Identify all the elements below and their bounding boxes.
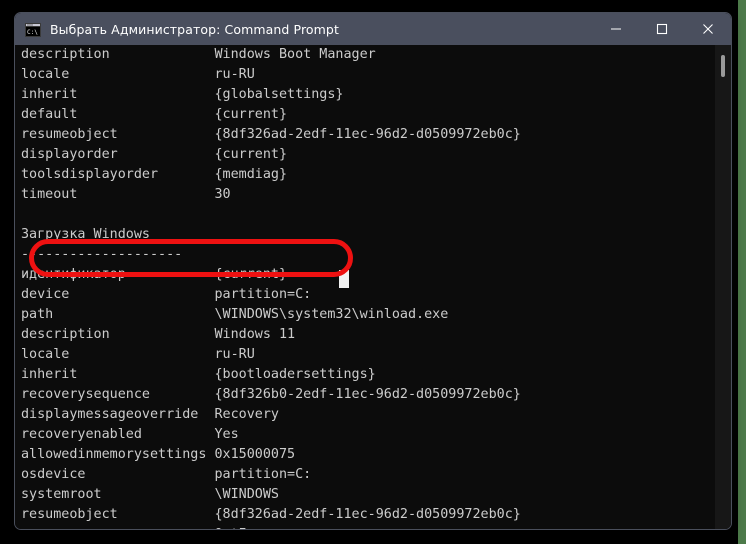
command-prompt-window[interactable]: C:\ Выбрать Администратор: Command Promp… bbox=[14, 12, 732, 530]
terminal-output-area[interactable]: description Windows Boot Manager locale r… bbox=[15, 45, 731, 529]
console-line: allowedinmemorysettings 0x15000075 bbox=[21, 447, 296, 462]
console-line: timeout 30 bbox=[21, 187, 231, 202]
console-line: inherit {globalsettings} bbox=[21, 87, 344, 102]
window-title-bar[interactable]: C:\ Выбрать Администратор: Command Promp… bbox=[15, 13, 731, 45]
console-line: path \WINDOWS\system32\winload.exe bbox=[21, 307, 449, 322]
console-line: displayorder {current} bbox=[21, 147, 288, 162]
console-line: device partition=C: bbox=[21, 287, 312, 302]
console-line: recoveryenabled Yes bbox=[21, 427, 239, 442]
desktop-wallpaper-edge bbox=[738, 0, 746, 544]
console-line: resumeobject {8df326ad-2edf-11ec-96d2-d0… bbox=[21, 127, 521, 142]
console-line: osdevice partition=C: bbox=[21, 467, 312, 482]
window-title: Выбрать Администратор: Command Prompt bbox=[50, 21, 339, 37]
maximize-button[interactable] bbox=[639, 13, 685, 45]
maximize-icon bbox=[656, 23, 668, 35]
console-line: Загрузка Windows bbox=[21, 227, 150, 242]
console-text-buffer: description Windows Boot Manager locale r… bbox=[21, 45, 709, 529]
scrollbar-thumb[interactable] bbox=[721, 55, 725, 77]
minimize-button[interactable] bbox=[593, 13, 639, 45]
console-line: toolsdisplayorder {memdiag} bbox=[21, 167, 288, 182]
console-line: nx OptIn bbox=[21, 525, 709, 529]
text-selection-cursor bbox=[339, 270, 349, 288]
terminal-scrollbar[interactable] bbox=[715, 45, 731, 529]
console-line: -------------------- bbox=[21, 247, 183, 262]
console-line: systemroot \WINDOWS bbox=[21, 487, 279, 502]
console-line: description Windows Boot Manager bbox=[21, 47, 376, 62]
minimize-icon bbox=[611, 28, 621, 30]
console-line: идентификатор {current} bbox=[21, 267, 288, 282]
close-button[interactable] bbox=[685, 13, 731, 45]
console-line: inherit {bootloadersettings} bbox=[21, 367, 376, 382]
console-line: resumeobject {8df326ad-2edf-11ec-96d2-d0… bbox=[21, 507, 521, 522]
console-line: locale ru-RU bbox=[21, 347, 255, 362]
console-line: default {current} bbox=[21, 107, 288, 122]
console-line: displaymessageoverride Recovery bbox=[21, 407, 279, 422]
console-line: recoverysequence {8df326b0-2edf-11ec-96d… bbox=[21, 387, 521, 402]
svg-text:C:\: C:\ bbox=[27, 29, 38, 36]
console-line: locale ru-RU bbox=[21, 67, 255, 82]
cmd-console-icon: C:\ bbox=[25, 22, 41, 37]
close-icon bbox=[703, 24, 713, 34]
console-line: description Windows 11 bbox=[21, 327, 296, 342]
